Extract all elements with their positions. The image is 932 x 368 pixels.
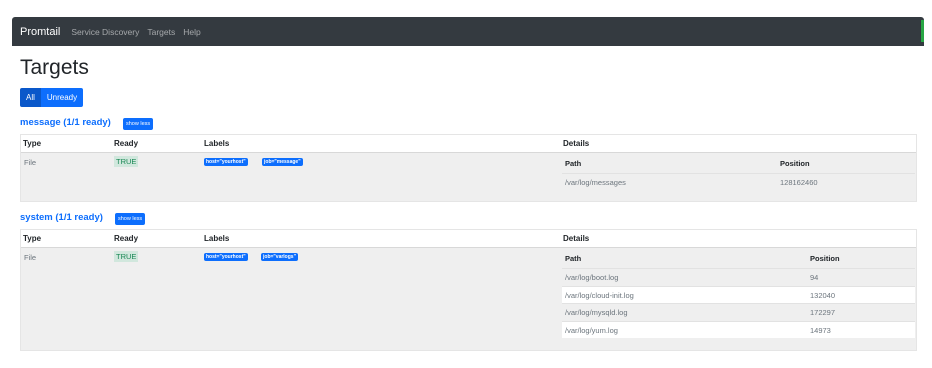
column-header-details: Details [563, 139, 590, 148]
details-header-position: Position [780, 159, 810, 168]
navbar: Promtail Service Discovery Targets Help [12, 17, 924, 46]
targets-table-system: Type Ready Labels Details File TRUE host… [20, 229, 917, 351]
filter-button-group: All Unready [20, 88, 84, 107]
filter-unready-button[interactable]: Unready [40, 88, 84, 107]
nav-link-service-discovery[interactable]: Service Discovery [71, 27, 139, 37]
file-position: 128162460 [780, 178, 818, 187]
file-position: 94 [810, 273, 819, 282]
column-header-labels: Labels [204, 234, 230, 243]
ready-badge: TRUE [114, 156, 139, 167]
details-row: /var/log/yum.log 14973 [562, 320, 915, 338]
file-path: /var/log/yum.log [565, 325, 618, 335]
show-less-button-system[interactable]: show less [115, 213, 146, 225]
label-badge-host: host="yourhost" [204, 158, 248, 166]
table-header: Type Ready Labels Details [21, 135, 916, 153]
filter-all-button[interactable]: All [20, 88, 41, 107]
show-less-button-message[interactable]: show less [123, 118, 154, 130]
label-badge-job: job="varlogs" [261, 253, 298, 261]
label-badge-host: host="yourhost" [204, 253, 248, 261]
ready-badge: TRUE [114, 251, 139, 262]
type-cell: File [24, 158, 37, 167]
details-row: /var/log/cloud-init.log 132040 [562, 285, 915, 303]
details-header-path: Path [565, 159, 582, 168]
table-row: File TRUE host="yourhost" job="varlogs" … [21, 248, 916, 350]
details-row: /var/log/mysqld.log 172297 [562, 303, 915, 321]
file-path: /var/log/cloud-init.log [565, 290, 634, 300]
details-table: Path Position /var/log/boot.log 94 /var/… [562, 248, 915, 338]
section-title-system[interactable]: system (1/1 ready) [20, 212, 103, 223]
table-row: File TRUE host="yourhost" job="message" … [21, 153, 916, 201]
nav-link-help[interactable]: Help [183, 27, 200, 37]
details-row: /var/log/boot.log 94 [562, 268, 915, 286]
file-path: /var/log/messages [565, 178, 626, 187]
details-header: Path Position [562, 248, 915, 268]
brand-link[interactable]: Promtail [20, 26, 60, 38]
type-cell: File [24, 253, 37, 262]
file-position: 172297 [810, 308, 836, 317]
file-path: /var/log/boot.log [565, 273, 619, 282]
details-header-position: Position [810, 254, 840, 263]
column-header-ready: Ready [114, 234, 139, 243]
details-header-path: Path [565, 254, 582, 263]
column-header-labels: Labels [204, 139, 230, 148]
column-header-type: Type [23, 139, 42, 148]
navbar-accent [921, 20, 924, 42]
label-badge-job: job="message" [262, 158, 303, 166]
column-header-ready: Ready [114, 139, 139, 148]
nav-link-targets[interactable]: Targets [147, 27, 175, 37]
file-path: /var/log/mysqld.log [565, 308, 628, 317]
section-title-message[interactable]: message (1/1 ready) [20, 117, 111, 128]
page-title: Targets [20, 56, 89, 79]
details-header: Path Position [562, 153, 915, 173]
details-table: Path Position /var/log/messages 12816246… [562, 153, 915, 191]
targets-table-message: Type Ready Labels Details File TRUE host… [20, 134, 917, 202]
column-header-details: Details [563, 234, 590, 243]
details-row: /var/log/messages 128162460 [562, 173, 915, 191]
column-header-type: Type [23, 234, 42, 243]
file-position: 132040 [810, 290, 836, 300]
file-position: 14973 [810, 325, 831, 335]
table-header: Type Ready Labels Details [21, 230, 916, 248]
